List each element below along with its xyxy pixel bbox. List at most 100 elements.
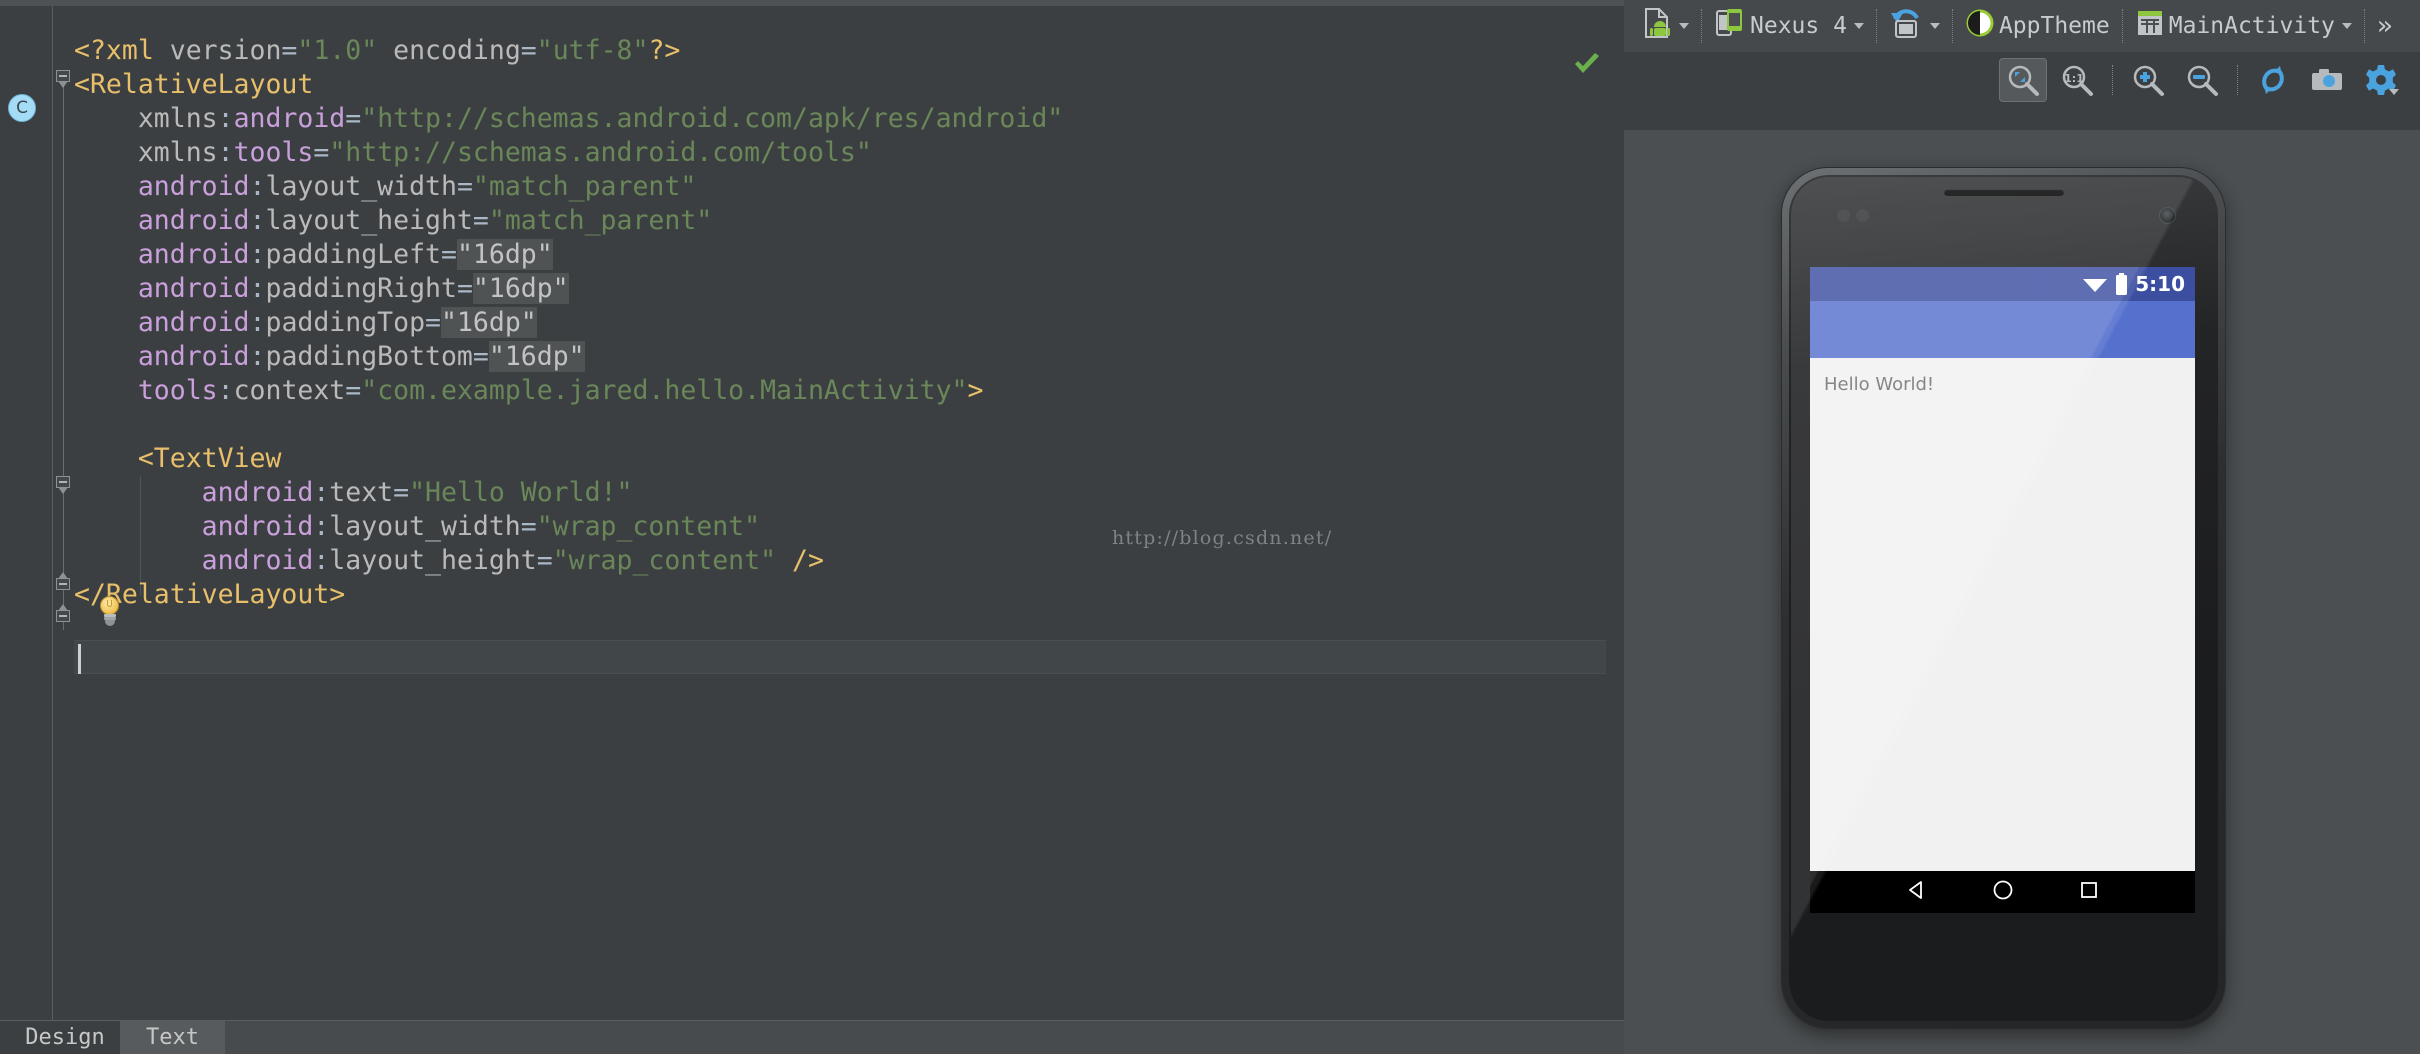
code-token: tools <box>137 375 218 406</box>
home-button-icon[interactable] <box>1991 878 2015 906</box>
zoom-out-button[interactable] <box>2178 58 2226 102</box>
android-status-bar: 5:10 <box>1810 267 2195 301</box>
editor-gutter[interactable]: C <box>0 6 52 1020</box>
code-token: = <box>472 205 489 236</box>
code-line: android:paddingTop="16dp" <box>74 306 1063 340</box>
tab-design[interactable]: Design <box>10 1021 120 1054</box>
orientation-button[interactable] <box>1885 5 1944 47</box>
toolbar-overflow-button[interactable]: » <box>2373 5 2397 47</box>
inspection-ok-checkmark-icon[interactable] <box>1572 52 1602 78</box>
fold-marker-relativelayout[interactable] <box>56 70 71 88</box>
code-text-area[interactable]: <?xml version="1.0" encoding="utf-8"?> <R… <box>74 6 1624 1020</box>
device-picker-button[interactable]: Nexus 4 <box>1710 5 1868 47</box>
code-token: : <box>313 545 330 576</box>
code-token: android <box>137 205 250 236</box>
chevron-down-icon <box>1853 23 1864 29</box>
code-token: "wrap_content" <box>536 511 761 542</box>
fold-marker-relativelayout-end[interactable] <box>56 604 71 625</box>
code-token: : <box>217 103 234 134</box>
recents-button-icon[interactable] <box>2077 878 2101 906</box>
code-line: </RelativeLayout> <box>74 578 1063 612</box>
code-token: = <box>472 341 489 372</box>
code-token: tools <box>233 137 314 168</box>
code-line: android:layout_width="wrap_content" <box>74 510 1063 544</box>
theme-picker-button[interactable]: AppTheme <box>1961 5 2114 47</box>
android-navigation-bar <box>1810 871 2195 913</box>
code-token: android <box>137 239 250 270</box>
back-button-icon[interactable] <box>1905 878 1929 906</box>
code-token: <TextView <box>137 443 282 474</box>
layout-preview-pane: Nexus 4 AppTheme MainActivity » 1:1 5:10… <box>1624 0 2420 1054</box>
device-screen[interactable]: 5:10 Hello World! <box>1810 267 2195 913</box>
code-token: layout_width <box>265 171 457 202</box>
code-line: xmlns:tools="http://schemas.android.com/… <box>74 136 1063 170</box>
editor-mode-tabbar: Design Text <box>0 1020 1624 1054</box>
intention-lightbulb-icon[interactable] <box>96 596 124 626</box>
code-token: = <box>425 307 441 338</box>
toolbar-separator <box>2121 9 2123 43</box>
code-token: "1.0" <box>297 35 378 66</box>
zoom-in-button[interactable] <box>2124 58 2172 102</box>
refresh-button[interactable] <box>2249 58 2297 102</box>
code-token: android <box>201 477 314 508</box>
code-token: xmlns <box>137 103 218 134</box>
toolbar-separator <box>1701 9 1702 43</box>
toolbar-separator <box>2112 65 2113 95</box>
hello-world-textview: Hello World! <box>1824 374 1935 395</box>
code-token: : <box>249 341 266 372</box>
zoom-actual-size-button[interactable]: 1:1 <box>2053 58 2101 102</box>
earpiece-speaker <box>1943 189 2064 196</box>
code-token: paddingTop <box>265 307 426 338</box>
wifi-icon <box>2082 275 2108 293</box>
class-marker-icon[interactable]: C <box>8 94 36 122</box>
fold-marker-textview[interactable] <box>56 476 71 494</box>
code-token: android <box>137 307 250 338</box>
code-token: = <box>520 511 537 542</box>
code-token: = <box>345 375 362 406</box>
code-token: context <box>233 375 346 406</box>
zoom-fit-button[interactable] <box>1999 58 2047 102</box>
code-folding-strip[interactable] <box>53 6 74 1020</box>
code-token: "match_parent" <box>488 205 713 236</box>
screenshot-button[interactable] <box>2303 58 2351 102</box>
code-line: android:paddingRight="16dp" <box>74 272 1063 306</box>
activity-picker-button[interactable]: MainActivity <box>2131 5 2356 47</box>
document-android-icon <box>1642 7 1672 45</box>
tab-text[interactable]: Text <box>120 1021 225 1054</box>
layout-variants-button[interactable] <box>1638 5 1693 47</box>
preview-zoom-toolbar: 1:1 <box>1624 52 2420 108</box>
zoom-fit-icon <box>2008 65 2039 96</box>
refresh-icon <box>2262 66 2284 94</box>
code-token: encoding <box>393 35 521 66</box>
code-token: layout_height <box>329 545 537 576</box>
fold-marker-textview-end[interactable] <box>56 572 71 593</box>
code-token: layout_width <box>329 511 521 542</box>
xml-editor-pane: C <?xml version="1.0" encoding="utf-8"?>… <box>0 0 1624 1054</box>
preview-canvas[interactable]: 5:10 Hello World! <box>1624 130 2420 1054</box>
code-token: = <box>520 35 537 66</box>
code-line: android:paddingLeft="16dp" <box>74 238 1063 272</box>
code-token: "wrap_content" <box>552 545 777 576</box>
code-line: <RelativeLayout <box>74 68 1063 102</box>
code-token: = <box>313 137 330 168</box>
preview-settings-button[interactable] <box>2357 58 2405 102</box>
code-token: = <box>456 171 473 202</box>
code-token: android <box>201 545 314 576</box>
app-action-bar <box>1810 301 2195 358</box>
code-token: = <box>345 103 362 134</box>
code-token: > <box>967 375 984 406</box>
xml-source-code[interactable]: <?xml version="1.0" encoding="utf-8"?> <R… <box>74 34 1063 646</box>
editor-scrollbar-column[interactable] <box>1606 6 1624 1020</box>
theme-contrast-icon <box>1965 8 1995 44</box>
code-token: text <box>329 477 394 508</box>
code-token: : <box>249 273 266 304</box>
app-content-area: Hello World! <box>1810 358 2195 871</box>
code-token: "com.example.jared.hello.MainActivity" <box>361 375 968 406</box>
code-token: : <box>217 137 234 168</box>
code-token: "16dp" <box>488 341 585 372</box>
